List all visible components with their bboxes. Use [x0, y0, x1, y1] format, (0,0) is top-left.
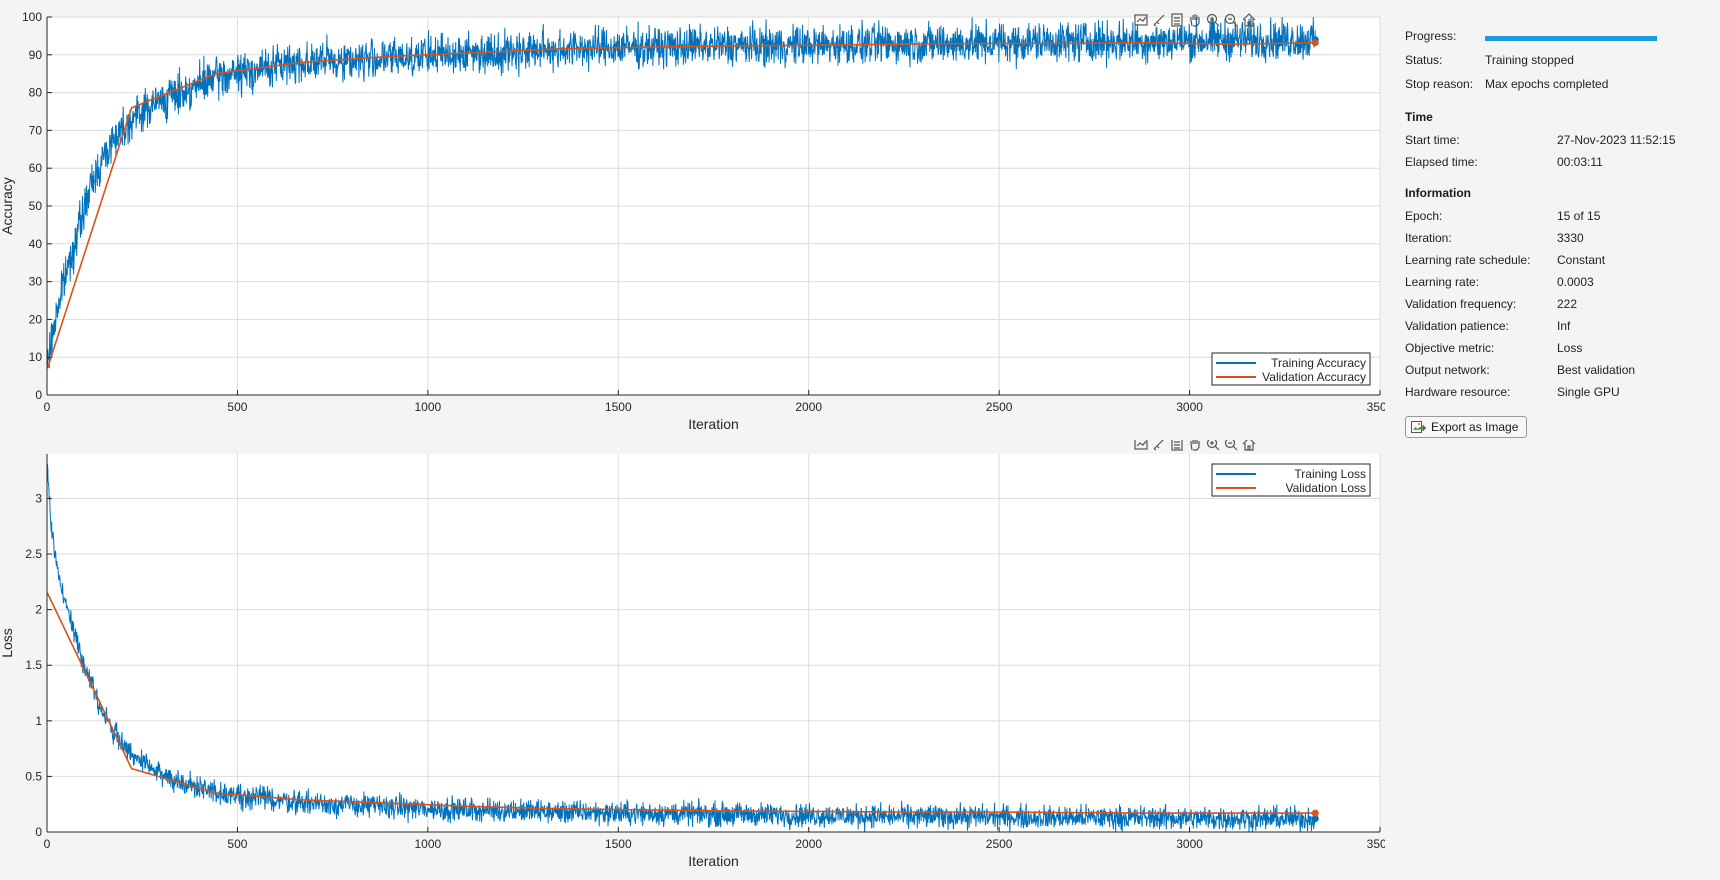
brush-icon[interactable]	[1152, 13, 1166, 27]
x-tick-label: 0	[44, 400, 51, 414]
x-tick-label: 2500	[986, 837, 1013, 851]
epoch-value: 15 of 15	[1557, 209, 1601, 223]
y-axis-label: Accuracy	[0, 177, 15, 235]
y-tick-label: 60	[29, 161, 43, 175]
x-tick-label: 500	[227, 837, 247, 851]
y-tick-label: 50	[29, 199, 43, 213]
x-tick-label: 2000	[795, 400, 822, 414]
plots-area: 0500100015002000250030003500010203040506…	[0, 0, 1385, 880]
y-tick-label: 30	[29, 275, 43, 289]
home-icon[interactable]	[1242, 13, 1256, 27]
hardware-label: Hardware resource:	[1405, 385, 1511, 399]
pan-icon[interactable]	[1188, 440, 1202, 451]
accuracy-chart[interactable]: 0 500 1000 1500 2000 2500 3000 3500 0 10 20 30 40 50 6…	[0, 0, 1385, 440]
x-tick-label: 500	[227, 400, 247, 414]
epoch-label: Epoch:	[1405, 209, 1443, 223]
y-tick-label: 1	[35, 714, 42, 728]
y-tick-label: 70	[29, 123, 43, 137]
y-tick-label: 10	[29, 350, 43, 364]
loss-chart[interactable]: 0 500 1000 1500 2000 2500 3000 3500 0 0.5 1 1.5 2 2.5…	[0, 440, 1385, 880]
lr-value: 0.0003	[1557, 275, 1594, 289]
objective-label: Objective metric:	[1405, 341, 1495, 355]
progress-label: Progress:	[1405, 29, 1457, 43]
lr-schedule-value: Constant	[1557, 253, 1606, 267]
x-tick-label: 3500	[1367, 400, 1385, 414]
legend-entry: Training Accuracy	[1271, 356, 1366, 370]
hardware-value: Single GPU	[1557, 385, 1620, 399]
x-tick-label: 1000	[415, 837, 442, 851]
status-label: Status:	[1405, 53, 1443, 67]
output-network-label: Output network:	[1405, 363, 1490, 377]
x-axis-label: Iteration	[688, 853, 739, 869]
y-tick-label: 20	[29, 312, 43, 326]
data-tips-icon[interactable]	[1134, 13, 1148, 27]
objective-value: Loss	[1557, 341, 1583, 355]
plot-background	[47, 454, 1380, 832]
export-image-icon	[1411, 421, 1426, 433]
y-tick-label: 80	[29, 86, 43, 100]
validation-accuracy-final-marker	[1311, 39, 1319, 47]
start-time-value: 27-Nov-2023 11:52:15	[1557, 133, 1676, 147]
information-section-title: Information	[1405, 186, 1471, 200]
val-freq-label: Validation frequency:	[1405, 297, 1517, 311]
x-tick-label: 2000	[795, 837, 822, 851]
y-tick-label: 2.5	[25, 547, 42, 561]
iteration-value: 3330	[1557, 231, 1584, 245]
val-patience-value: Inf	[1557, 319, 1571, 333]
zoom-in-icon[interactable]	[1206, 13, 1220, 27]
y-tick-label: 0	[35, 388, 42, 402]
y-tick-label: 1.5	[25, 658, 42, 672]
home-icon[interactable]	[1242, 440, 1256, 451]
y-axis-label: Loss	[0, 628, 15, 658]
zoom-out-icon[interactable]	[1224, 13, 1238, 27]
start-time-label: Start time:	[1405, 133, 1460, 147]
x-tick-label: 3000	[1176, 400, 1203, 414]
stop-reason-value: Max epochs completed	[1485, 77, 1609, 91]
export-button-label: Export as Image	[1431, 420, 1519, 434]
y-tick-label: 0.5	[25, 769, 42, 783]
val-patience-label: Validation patience:	[1405, 319, 1509, 333]
output-network-value: Best validation	[1557, 363, 1636, 377]
legend-entry: Training Loss	[1294, 467, 1366, 481]
legend-icon[interactable]	[1170, 13, 1184, 27]
brush-icon[interactable]	[1152, 440, 1166, 451]
x-tick-label: 0	[44, 837, 51, 851]
progress-bar-fill	[1485, 36, 1657, 41]
status-value: Training stopped	[1485, 53, 1574, 67]
stop-reason-label: Stop reason:	[1405, 77, 1474, 91]
legend-icon[interactable]	[1170, 440, 1184, 451]
val-freq-value: 222	[1557, 297, 1578, 311]
x-axis-label: Iteration	[688, 416, 739, 432]
x-tick-label: 1500	[605, 837, 632, 851]
legend-entry: Validation Loss	[1286, 481, 1367, 495]
y-tick-label: 2	[35, 603, 42, 617]
data-tips-icon[interactable]	[1134, 440, 1148, 451]
x-tick-label: 1500	[605, 400, 632, 414]
validation-loss-final-marker	[1311, 809, 1319, 817]
pan-icon[interactable]	[1188, 13, 1202, 27]
x-tick-label: 2500	[986, 400, 1013, 414]
x-tick-label: 1000	[415, 400, 442, 414]
lr-schedule-label: Learning rate schedule:	[1405, 253, 1531, 267]
progress-bar	[1485, 36, 1657, 41]
legend-entry: Validation Accuracy	[1262, 370, 1366, 384]
y-tick-label: 100	[22, 10, 42, 24]
time-section-title: Time	[1405, 110, 1433, 124]
x-tick-label: 3500	[1367, 837, 1385, 851]
elapsed-time-label: Elapsed time:	[1405, 155, 1478, 169]
export-as-image-button[interactable]: Export as Image	[1405, 416, 1528, 438]
elapsed-time-value: 00:03:11	[1557, 155, 1603, 169]
y-tick-label: 40	[29, 237, 43, 251]
zoom-in-icon[interactable]	[1206, 440, 1220, 451]
x-tick-label: 3000	[1176, 837, 1203, 851]
zoom-out-icon[interactable]	[1224, 440, 1238, 451]
iteration-label: Iteration:	[1405, 231, 1452, 245]
lr-label: Learning rate:	[1405, 275, 1480, 289]
y-tick-label: 90	[29, 48, 43, 62]
y-tick-label: 3	[35, 491, 42, 505]
y-tick-label: 0	[35, 825, 42, 839]
